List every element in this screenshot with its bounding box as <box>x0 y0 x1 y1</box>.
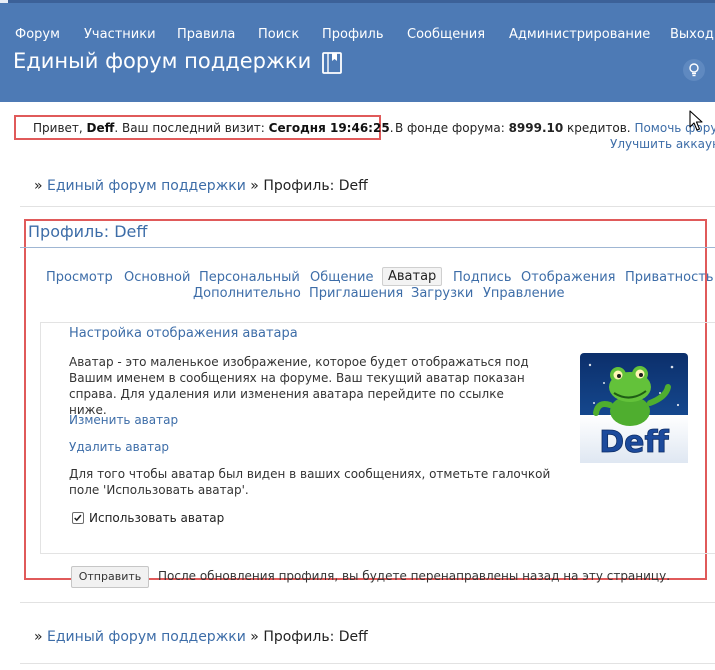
profile-title: Профиль: Deff <box>28 222 148 241</box>
greeting-username: Deff <box>86 121 115 135</box>
use-avatar-checkbox[interactable] <box>72 512 84 524</box>
tab-avatar[interactable]: Аватар <box>382 267 443 286</box>
avatar-settings-legend: Настройка отображения аватара <box>65 326 302 341</box>
breadcrumb-prefix-bottom: » <box>34 629 48 645</box>
checkmark-icon <box>74 514 82 522</box>
book-icon[interactable] <box>321 51 343 75</box>
divider-middle <box>20 602 715 603</box>
tab-basic[interactable]: Основной <box>124 270 190 285</box>
breadcrumb-current-bottom: Профиль: Deff <box>263 629 368 645</box>
lightbulb-icon[interactable] <box>682 58 706 82</box>
fund-label: В фонде форума: <box>395 121 509 135</box>
tab-management[interactable]: Управление <box>483 286 565 301</box>
greeting-line: Привет, Deff. Ваш последний визит: Сегод… <box>33 121 394 135</box>
greeting-hello: Привет, <box>33 121 87 135</box>
avatar-usage-note: Для того чтобы аватар был виден в ваших … <box>69 467 551 497</box>
nav-item-profile[interactable]: Профиль <box>322 27 384 42</box>
tab-uploads[interactable]: Загрузки <box>411 286 473 301</box>
nav-item-messages[interactable]: Сообщения <box>407 27 485 42</box>
upgrade-account-link[interactable]: Улучшить аккаунт <box>610 137 715 151</box>
submit-button[interactable]: Отправить <box>71 566 149 588</box>
header-corner-tab <box>0 0 8 3</box>
tab-invitations[interactable]: Приглашения <box>309 286 403 301</box>
tab-communication[interactable]: Общение <box>310 270 373 285</box>
avatar-description: Аватар - это маленькое изображение, кото… <box>69 355 529 417</box>
nav-item-forum[interactable]: Форум <box>15 27 60 42</box>
tab-display[interactable]: Отображения <box>521 270 615 285</box>
tab-personal[interactable]: Персональный <box>199 270 300 285</box>
nav-item-search[interactable]: Поиск <box>258 27 299 42</box>
tab-additional[interactable]: Дополнительно <box>193 286 301 301</box>
submit-note: После обновления профиля, вы будете пере… <box>158 569 671 583</box>
forum-fund-line: В фонде форума: 8999.10 кредитов. Помочь… <box>395 121 715 135</box>
divider-bottom <box>20 663 715 664</box>
avatar-image: Deff <box>580 353 688 463</box>
tab-view[interactable]: Просмотр <box>46 270 113 285</box>
breadcrumb-separator-bottom: » <box>245 629 264 645</box>
fund-amount: 8999.10 <box>508 121 564 135</box>
tab-signature[interactable]: Подпись <box>453 270 511 285</box>
nav-item-rules[interactable]: Правила <box>177 27 235 42</box>
delete-avatar-link[interactable]: Удалить аватар <box>69 440 169 454</box>
header-top-strip <box>0 0 715 3</box>
tab-privacy[interactable]: Приватность <box>625 270 714 285</box>
breadcrumb-home-link[interactable]: Единый форум поддержки <box>47 178 246 194</box>
avatar-text: Deff <box>599 425 669 460</box>
divider-top <box>20 206 715 207</box>
breadcrumb-separator: » <box>245 178 264 194</box>
use-avatar-label[interactable]: Использовать аватар <box>89 511 224 525</box>
breadcrumb-top: » Единый форум поддержки » Профиль: Deff <box>34 178 368 194</box>
breadcrumb-home-link-bottom[interactable]: Единый форум поддержки <box>47 629 246 645</box>
nav-item-logout[interactable]: Выход <box>670 27 714 42</box>
breadcrumb-prefix: » <box>34 178 48 194</box>
breadcrumb-bottom: » Единый форум поддержки » Профиль: Deff <box>34 629 368 645</box>
cursor-icon <box>689 110 703 131</box>
greeting-end: . <box>389 121 394 135</box>
site-title[interactable]: Единый форум поддержки <box>13 49 311 73</box>
fund-unit: кредитов. <box>563 121 635 135</box>
last-visit-label: . Ваш последний визит: <box>114 121 269 135</box>
last-visit-value: Сегодня 19:46:25 <box>268 121 390 135</box>
profile-title-underline <box>20 247 715 248</box>
nav-item-members[interactable]: Участники <box>84 27 156 42</box>
nav-item-admin[interactable]: Администрирование <box>509 27 650 42</box>
change-avatar-link[interactable]: Изменить аватар <box>69 413 178 427</box>
breadcrumb-current: Профиль: Deff <box>263 178 368 194</box>
